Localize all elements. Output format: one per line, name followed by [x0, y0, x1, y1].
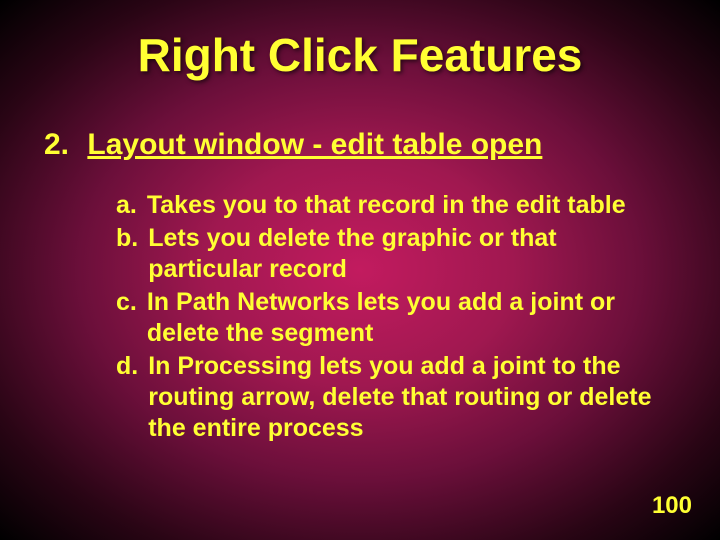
section-text: Layout window - edit table open [87, 128, 542, 161]
list-item: a. Takes you to that record in the edit … [116, 190, 656, 221]
item-text: Lets you delete the graphic or that part… [148, 223, 656, 285]
list-item: b. Lets you delete the graphic or that p… [116, 223, 656, 285]
slide: Right Click Features 2. Layout window - … [0, 0, 720, 540]
item-letter: d. [116, 351, 138, 382]
item-letter: c. [116, 287, 137, 318]
section-heading: 2. Layout window - edit table open [44, 128, 684, 162]
item-letter: a. [116, 190, 137, 221]
item-letter: b. [116, 223, 138, 254]
slide-title: Right Click Features [36, 28, 684, 82]
list-item: c. In Path Networks lets you add a joint… [116, 287, 656, 349]
list-item: d. In Processing lets you add a joint to… [116, 351, 656, 444]
section-number: 2. [44, 128, 69, 162]
item-text: In Path Networks lets you add a joint or… [147, 287, 656, 349]
item-text: Takes you to that record in the edit tab… [147, 190, 656, 221]
item-list: a. Takes you to that record in the edit … [116, 190, 656, 444]
page-number: 100 [652, 492, 692, 520]
item-text: In Processing lets you add a joint to th… [148, 351, 656, 444]
